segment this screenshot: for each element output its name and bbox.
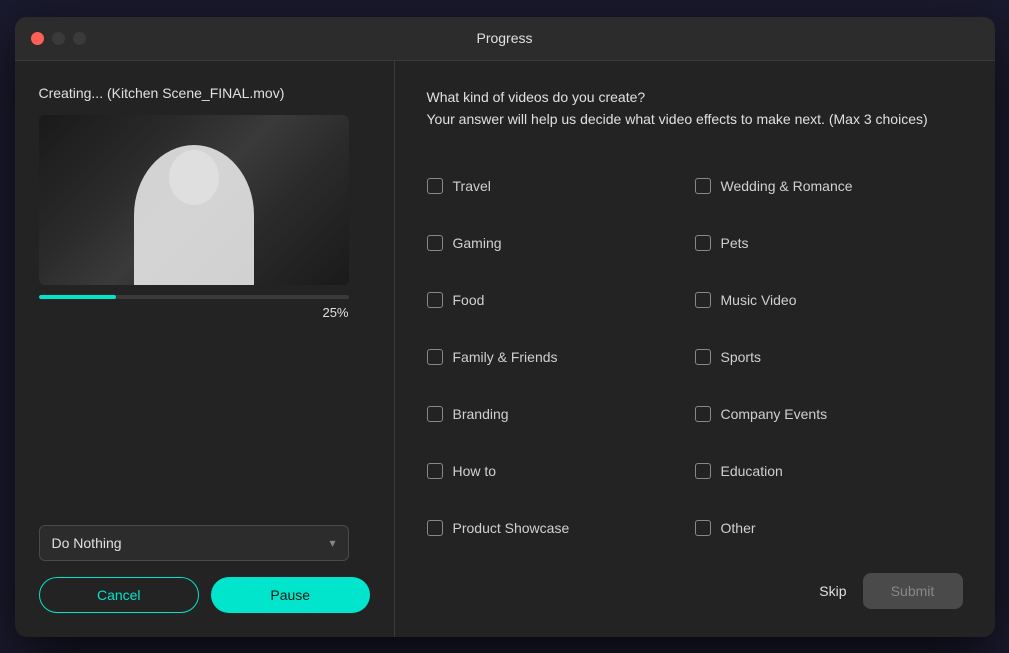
close-button[interactable] xyxy=(31,32,44,45)
choice-label-sports: Sports xyxy=(721,349,761,365)
video-scene xyxy=(39,115,349,285)
submit-button[interactable]: Submit xyxy=(863,573,963,609)
question-title: What kind of videos do you create? xyxy=(427,89,963,105)
titlebar: Progress xyxy=(15,17,995,61)
choice-music[interactable]: Music Video xyxy=(695,272,963,329)
choice-other[interactable]: Other xyxy=(695,500,963,557)
choice-howto[interactable]: How to xyxy=(427,443,695,500)
choice-label-music: Music Video xyxy=(721,292,797,308)
video-preview xyxy=(39,115,349,285)
dropdown-row: Do Nothing ▾ Cancel Pause xyxy=(39,509,370,613)
choice-travel[interactable]: Travel xyxy=(427,158,695,215)
progress-bar-track xyxy=(39,295,349,299)
checkbox-travel[interactable] xyxy=(427,178,443,194)
choice-product[interactable]: Product Showcase xyxy=(427,500,695,557)
minimize-button[interactable] xyxy=(52,32,65,45)
choice-wedding[interactable]: Wedding & Romance xyxy=(695,158,963,215)
left-panel: Creating... (Kitchen Scene_FINAL.mov) 25… xyxy=(15,61,395,637)
choice-label-howto: How to xyxy=(453,463,497,479)
progress-bar-fill xyxy=(39,295,117,299)
checkbox-other[interactable] xyxy=(695,520,711,536)
main-content: Creating... (Kitchen Scene_FINAL.mov) 25… xyxy=(15,61,995,637)
checkbox-family[interactable] xyxy=(427,349,443,365)
choice-label-branding: Branding xyxy=(453,406,509,422)
maximize-button[interactable] xyxy=(73,32,86,45)
traffic-lights xyxy=(31,32,86,45)
choice-label-pets: Pets xyxy=(721,235,749,251)
checkbox-music[interactable] xyxy=(695,292,711,308)
checkbox-wedding[interactable] xyxy=(695,178,711,194)
choice-label-family: Family & Friends xyxy=(453,349,558,365)
checkbox-howto[interactable] xyxy=(427,463,443,479)
checkbox-product[interactable] xyxy=(427,520,443,536)
choice-label-other: Other xyxy=(721,520,756,536)
choice-label-company: Company Events xyxy=(721,406,828,422)
choices-grid: Travel Wedding & Romance Gaming Pets Foo… xyxy=(427,158,963,557)
window-title: Progress xyxy=(476,30,532,46)
choice-education[interactable]: Education xyxy=(695,443,963,500)
choice-sports[interactable]: Sports xyxy=(695,329,963,386)
choice-label-food: Food xyxy=(453,292,485,308)
cancel-button[interactable]: Cancel xyxy=(39,577,200,613)
bottom-bar: Skip Submit xyxy=(427,557,963,609)
question-subtitle: Your answer will help us decide what vid… xyxy=(427,109,963,130)
checkbox-company[interactable] xyxy=(695,406,711,422)
checkbox-education[interactable] xyxy=(695,463,711,479)
choice-label-travel: Travel xyxy=(453,178,491,194)
choice-pets[interactable]: Pets xyxy=(695,215,963,272)
chevron-down-icon: ▾ xyxy=(329,536,335,550)
checkbox-sports[interactable] xyxy=(695,349,711,365)
dropdown-value: Do Nothing xyxy=(52,535,122,551)
completion-dropdown[interactable]: Do Nothing ▾ xyxy=(39,525,349,561)
choice-gaming[interactable]: Gaming xyxy=(427,215,695,272)
pause-button[interactable]: Pause xyxy=(211,577,370,613)
checkbox-branding[interactable] xyxy=(427,406,443,422)
choice-company[interactable]: Company Events xyxy=(695,386,963,443)
checkbox-pets[interactable] xyxy=(695,235,711,251)
progress-window: Progress Creating... (Kitchen Scene_FINA… xyxy=(15,17,995,637)
choice-food[interactable]: Food xyxy=(427,272,695,329)
choice-label-education: Education xyxy=(721,463,783,479)
checkbox-food[interactable] xyxy=(427,292,443,308)
choice-label-product: Product Showcase xyxy=(453,520,570,536)
creating-label: Creating... (Kitchen Scene_FINAL.mov) xyxy=(39,85,370,101)
right-panel: What kind of videos do you create? Your … xyxy=(395,61,995,637)
progress-percent: 25% xyxy=(39,305,349,320)
choice-label-wedding: Wedding & Romance xyxy=(721,178,853,194)
action-buttons: Cancel Pause xyxy=(39,577,370,613)
choice-label-gaming: Gaming xyxy=(453,235,502,251)
choice-branding[interactable]: Branding xyxy=(427,386,695,443)
checkbox-gaming[interactable] xyxy=(427,235,443,251)
skip-button[interactable]: Skip xyxy=(819,583,846,599)
choice-family[interactable]: Family & Friends xyxy=(427,329,695,386)
